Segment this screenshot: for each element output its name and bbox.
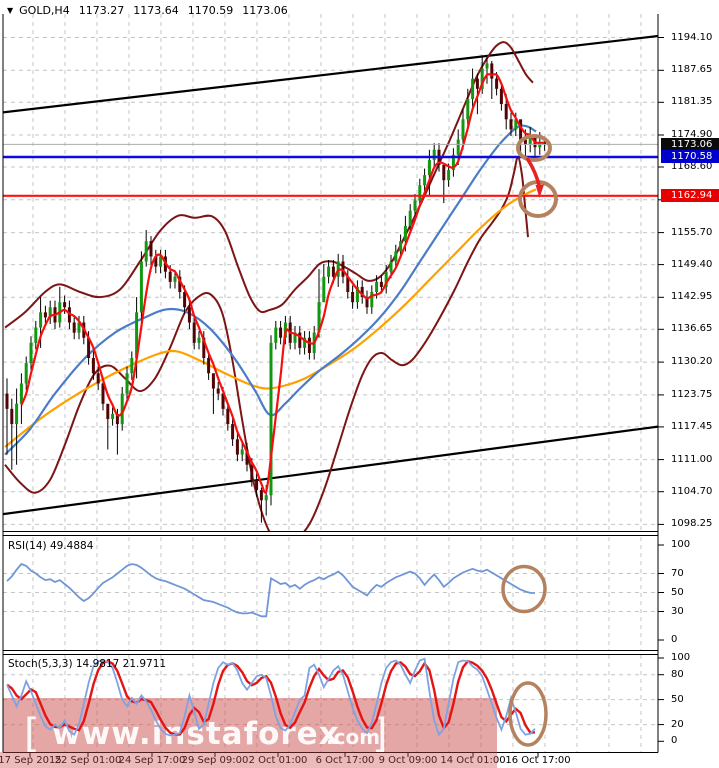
price-axis-label: 1187.65 bbox=[671, 64, 713, 75]
time-axis-label: 6 Oct 17:00 bbox=[315, 755, 375, 766]
price-axis-label: 1098.25 bbox=[671, 518, 713, 529]
stoch-indicator-label: Stoch(5,3,3) 14.9817 21.9711 bbox=[8, 658, 167, 670]
quote-open: 1173.27 bbox=[78, 4, 125, 17]
quote-low: 1170.59 bbox=[187, 4, 234, 17]
chart-window: [www.instaforex .com] ▼ GOLD,H4 1173.27 1173… bbox=[0, 0, 719, 768]
time-axis-label: 22 Sep 01:00 bbox=[54, 755, 122, 766]
stoch-axis-label: 100 bbox=[671, 652, 691, 663]
price-badge: 1170.58 bbox=[661, 150, 719, 163]
time-axis-label: 9 Oct 09:00 bbox=[378, 755, 438, 766]
price-axis-label: 1149.40 bbox=[671, 259, 713, 270]
rsi-indicator-label: RSI(14) 49.4884 bbox=[8, 540, 94, 552]
rsi-axis-label: 100 bbox=[671, 539, 691, 550]
rsi-axis-label: 30 bbox=[671, 606, 684, 617]
stoch-axis-label: 80 bbox=[671, 669, 684, 680]
fast-ma-line bbox=[20, 73, 545, 494]
quote-close: 1173.06 bbox=[242, 4, 288, 17]
quote-high: 1173.64 bbox=[133, 4, 179, 17]
price-badge: 1162.94 bbox=[661, 189, 719, 202]
time-axis-label: 2 Oct 01:00 bbox=[248, 755, 308, 766]
trendline-upper-channel bbox=[3, 34, 658, 114]
time-axis-label: 24 Sep 17:00 bbox=[118, 755, 186, 766]
time-axis-label: 14 Oct 01:00 bbox=[440, 755, 506, 766]
stoch-axis-label: 50 bbox=[671, 694, 684, 705]
price-axis-label: 1155.70 bbox=[671, 227, 713, 238]
price-axis-label: 1136.65 bbox=[671, 323, 713, 334]
watermark-bracket-left: [ bbox=[24, 711, 40, 757]
chart-header: ▼ GOLD,H4 1173.27 1173.64 1170.59 1173.06 bbox=[7, 4, 288, 17]
chart-graphics-canvas[interactable]: [www.instaforex.com] bbox=[0, 0, 719, 768]
rsi-line bbox=[6, 562, 536, 618]
price-axis-label: 1104.70 bbox=[671, 486, 713, 497]
price-axis-label: 1194.10 bbox=[671, 32, 713, 43]
symbol-dropdown-icon[interactable]: ▼ bbox=[7, 6, 13, 15]
price-axis-label: 1123.75 bbox=[671, 389, 713, 400]
rsi-axis-label: 70 bbox=[671, 568, 684, 579]
price-axis-label: 1117.45 bbox=[671, 421, 713, 432]
time-axis-label: 29 Sep 09:00 bbox=[181, 755, 249, 766]
time-axis-label: 16 Oct 17:00 bbox=[505, 755, 571, 766]
price-axis-label: 1142.95 bbox=[671, 291, 713, 302]
rsi-axis-label: 50 bbox=[671, 587, 684, 598]
trendline-lower-channel bbox=[3, 425, 658, 516]
time-axis-label: 17 Sep 2015 bbox=[0, 755, 62, 766]
bollinger-upper-band bbox=[4, 41, 534, 329]
price-axis-label: 1111.00 bbox=[671, 454, 713, 465]
rsi-axis-label: 0 bbox=[671, 634, 678, 645]
price-axis-label: 1181.35 bbox=[671, 96, 713, 107]
stoch-highlight-ellipse bbox=[508, 681, 548, 747]
stoch-axis-label: 20 bbox=[671, 719, 684, 730]
watermark-bracket-right: ] bbox=[372, 711, 388, 757]
symbol-timeframe-label: GOLD,H4 bbox=[19, 4, 70, 17]
stoch-axis-label: 0 bbox=[671, 735, 678, 746]
price-axis-label: 1130.20 bbox=[671, 356, 713, 367]
